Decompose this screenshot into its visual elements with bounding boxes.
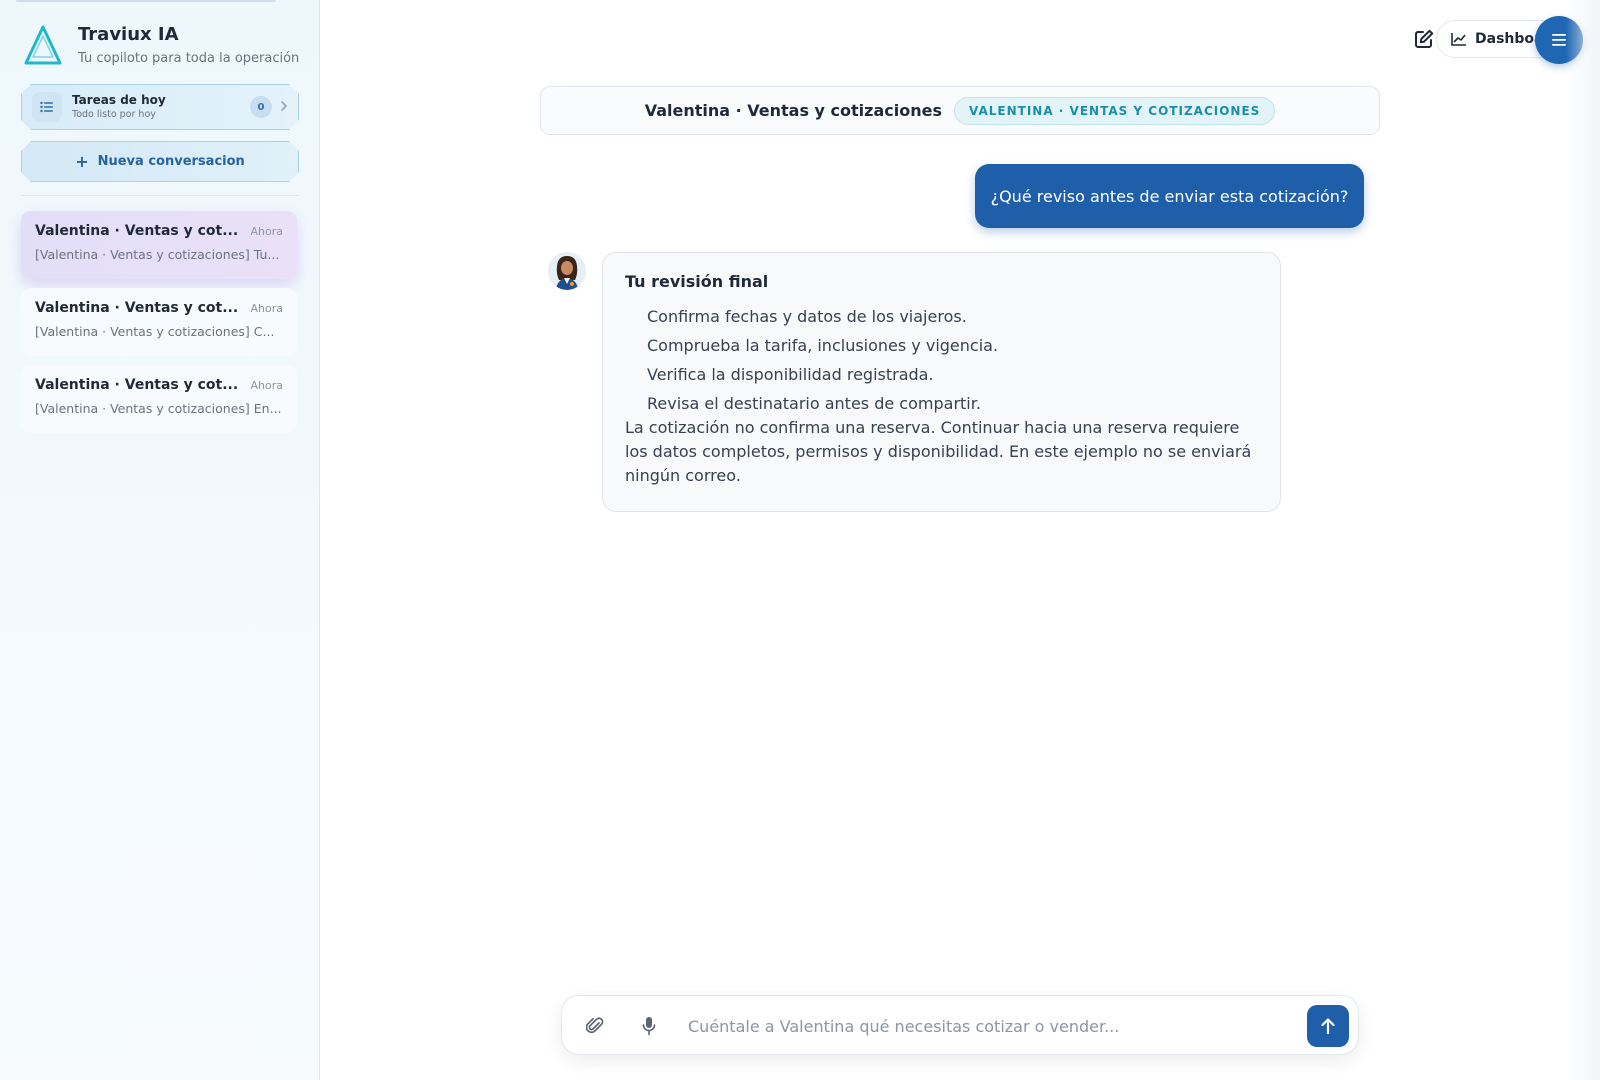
conversation-preview: [Valentina · Ventas y cotizaciones] En..… (35, 401, 282, 416)
send-button[interactable] (1307, 1005, 1349, 1047)
list-item: Confirma fechas y datos de los viajeros. (647, 307, 967, 326)
paperclip-icon[interactable] (584, 1015, 606, 1037)
conversation-list: Valentina · Ventas y cot... Ahora [Valen… (21, 211, 297, 442)
conversation-time: Ahora (250, 302, 284, 315)
brand-subtitle: Tu copiloto para toda la operación (78, 51, 300, 66)
conversation-item[interactable]: Valentina · Ventas y cot... Ahora [Valen… (21, 365, 297, 433)
user-message: ¿Qué reviso antes de enviar esta cotizac… (975, 164, 1364, 228)
conversation-title: Valentina · Ventas y cot... (35, 377, 239, 393)
dashboard-label: Dashboa (1475, 31, 1544, 47)
brand: Traviux IA Tu copiloto para toda la oper… (24, 22, 299, 68)
conversation-time: Ahora (250, 379, 284, 392)
triangle-logo-icon (24, 25, 62, 65)
tasks-today-button[interactable]: Tareas de hoy Todo listo por hoy 0 (21, 84, 299, 130)
agent-badge: VALENTINA · VENTAS Y COTIZACIONES (954, 96, 1276, 125)
plus-icon: + (75, 152, 89, 171)
assistant-message: Tu revisión final Confirma fechas y dato… (602, 252, 1281, 512)
arrow-up-icon (1321, 1018, 1335, 1035)
chevron-right-icon (280, 100, 288, 115)
assistant-body: La cotización no confirma una reserva. C… (625, 418, 1252, 485)
conversation-preview: [Valentina · Ventas y cotizaciones] C... (35, 324, 275, 339)
list-item: Revisa el destinatario antes de comparti… (647, 394, 981, 413)
conversation-title: Valentina · Ventas y cot... (35, 223, 239, 239)
right-edge-shade (1566, 0, 1600, 1080)
microphone-icon[interactable] (638, 1015, 660, 1037)
chat-title: Valentina · Ventas y cotizaciones (644, 101, 942, 120)
message-composer (561, 995, 1359, 1055)
conversation-time: Ahora (250, 225, 284, 238)
sidebar: Traviux IA Tu copiloto para toda la oper… (0, 0, 320, 1080)
checklist-icon (32, 92, 62, 122)
chart-line-icon (1451, 33, 1466, 46)
new-conversation-button[interactable]: + Nueva conversacion (21, 141, 299, 182)
assistant-avatar (548, 252, 586, 290)
message-input[interactable] (688, 1012, 1258, 1040)
checklist: Confirma fechas y datos de los viajeros.… (625, 307, 1258, 414)
tasks-count-badge: 0 (250, 96, 272, 118)
tasks-subtitle: Todo listo por hoy (72, 109, 156, 120)
edit-icon[interactable] (1413, 28, 1435, 50)
chat-header: Valentina · Ventas y cotizaciones VALENT… (540, 86, 1380, 135)
assistant-title: Tu revisión final (625, 272, 769, 291)
conversation-preview: [Valentina · Ventas y cotizaciones] Tu..… (35, 247, 280, 262)
list-item: Verifica la disponibilidad registrada. (647, 365, 934, 384)
conversation-item[interactable]: Valentina · Ventas y cot... Ahora [Valen… (21, 288, 297, 356)
list-item: Comprueba la tarifa, inclusiones y vigen… (647, 336, 999, 355)
sidebar-divider (21, 195, 299, 196)
conversation-title: Valentina · Ventas y cot... (35, 300, 239, 316)
conversation-item[interactable]: Valentina · Ventas y cot... Ahora [Valen… (21, 211, 297, 279)
brand-title: Traviux IA (78, 24, 179, 45)
tasks-title: Tareas de hoy (72, 93, 166, 107)
new-conversation-label: Nueva conversacion (97, 154, 245, 169)
